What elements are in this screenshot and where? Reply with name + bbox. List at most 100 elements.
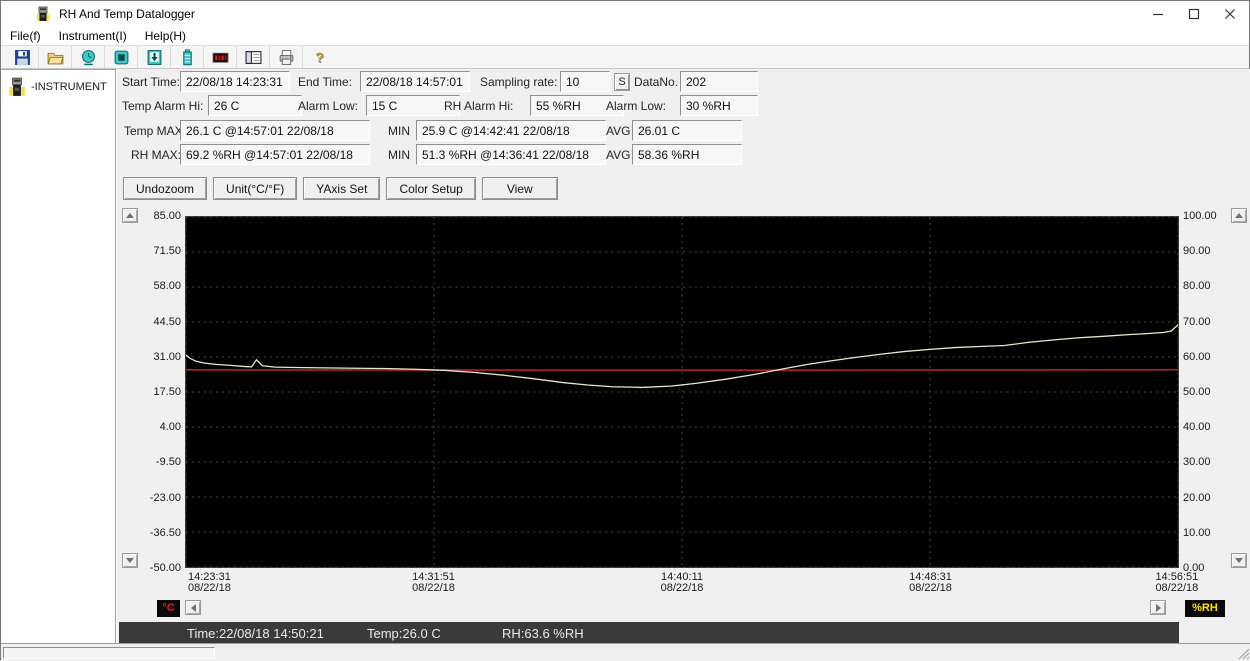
temp-alarm-hi-field[interactable]: 26 C — [208, 95, 302, 116]
rh-max-field[interactable]: 69.2 %RH @14:57:01 22/08/18 — [180, 144, 370, 165]
up-arrow-icon — [1235, 213, 1243, 218]
rh-alarm-hi-label: RH Alarm Hi: — [444, 99, 513, 113]
y-tick-label: 10.00 — [1183, 527, 1235, 539]
x-tick-label: 14:40:1108/22/18 — [661, 572, 704, 594]
download-button[interactable] — [138, 46, 171, 68]
minimize-button[interactable] — [1141, 1, 1175, 27]
y-tick-label: 31.00 — [131, 351, 181, 363]
temp-max-label: Temp MAX: — [124, 124, 186, 138]
title-bar: RH And Temp Datalogger — [1, 1, 1249, 27]
open-button[interactable] — [39, 46, 72, 68]
resize-grip[interactable] — [1236, 646, 1250, 660]
battery-button[interactable] — [171, 46, 204, 68]
menu-file[interactable]: File(f) — [1, 28, 50, 44]
menu-instrument[interactable]: Instrument(I) — [50, 28, 136, 44]
window-title: RH And Temp Datalogger — [59, 7, 195, 21]
window-status-strip — [1, 643, 1250, 661]
yaxis-set-button[interactable]: YAxis Set — [303, 177, 380, 200]
scroll-left-button[interactable] — [185, 600, 201, 615]
view-button[interactable]: View — [482, 177, 558, 200]
temp-avg-field[interactable]: 26.01 C — [632, 120, 742, 141]
sidebar-item-label: -INSTRUMENT — [31, 81, 107, 93]
toolbar: ? — [1, 45, 1249, 69]
open-folder-icon — [47, 49, 64, 66]
y-tick-label: 85.00 — [131, 210, 181, 222]
y-tick-label: 70.00 — [1183, 316, 1235, 328]
end-time-label: End Time: — [298, 75, 352, 89]
temp-alarm-low-label: Alarm Low: — [298, 99, 358, 113]
unit-button[interactable]: Unit(°C/°F) — [213, 177, 297, 200]
x-tick-label: 14:31:5108/22/18 — [412, 572, 455, 594]
x-tick-label: 14:23:3108/22/18 — [188, 572, 231, 594]
info-row-rh-stats: RH MAX: 69.2 %RH @14:57:01 22/08/18 MIN … — [117, 144, 1250, 165]
menu-bar: File(f) Instrument(I) Help(H) — [1, 27, 1249, 45]
info-row-alarms: Temp Alarm Hi: 26 C Alarm Low: 15 C RH A… — [117, 95, 1250, 116]
y-tick-label: 90.00 — [1183, 245, 1235, 257]
printer-icon — [278, 49, 295, 66]
datano-label: DataNo. — [634, 75, 678, 89]
app-window: RH And Temp Datalogger File(f) Instrumen… — [0, 0, 1250, 660]
rh-max-label: RH MAX: — [131, 148, 181, 162]
temp-unit-badge: °C — [157, 600, 180, 617]
save-button[interactable] — [6, 46, 39, 68]
save-icon — [14, 49, 31, 66]
help-button[interactable]: ? — [303, 46, 336, 68]
rh-min-label: MIN — [388, 148, 410, 162]
datano-field[interactable]: 202 — [680, 71, 758, 92]
rh-min-field[interactable]: 51.3 %RH @14:36:41 22/08/18 — [416, 144, 606, 165]
temp-axis-labels: 85.0071.5058.0044.5031.0017.504.00-9.50-… — [131, 216, 181, 568]
temp-avg-label: AVG — [606, 124, 630, 138]
logger-display-button[interactable] — [105, 46, 138, 68]
y-tick-label: -36.50 — [131, 527, 181, 539]
end-time-field[interactable]: 22/08/18 14:57:01 — [360, 71, 470, 92]
y-tick-label: 40.00 — [1183, 421, 1235, 433]
sidebar-item-instrument[interactable]: -INSTRUMENT — [1, 70, 115, 97]
time-axis-labels: 14:23:3108/22/18 14:31:5108/22/18 14:40:11… — [185, 572, 1179, 598]
right-arrow-icon — [1156, 604, 1161, 612]
y-tick-label: 71.50 — [131, 245, 181, 257]
y-tick-label: 17.50 — [131, 386, 181, 398]
main-content: Start Time: 22/08/18 14:23:31 End Time: … — [117, 69, 1250, 643]
rh-alarm-low-field[interactable]: 30 %RH — [680, 95, 758, 116]
led-display-icon — [212, 49, 229, 66]
close-button[interactable] — [1213, 1, 1247, 27]
rh-avg-label: AVG — [606, 148, 630, 162]
y-tick-label: 44.50 — [131, 316, 181, 328]
y-tick-label: 58.00 — [131, 280, 181, 292]
temp-max-field[interactable]: 26.1 C @14:57:01 22/08/18 — [180, 120, 370, 141]
print-button[interactable] — [270, 46, 303, 68]
chart-toolbar: Undozoom Unit(°C/°F) YAxis Set Color Set… — [123, 177, 558, 200]
start-time-label: Start Time: — [122, 75, 180, 89]
rh-unit-badge: %RH — [1185, 600, 1225, 617]
s-button[interactable]: S — [614, 73, 630, 91]
info-row-temp-stats: Temp MAX: 26.1 C @14:57:01 22/08/18 MIN … — [117, 120, 1250, 141]
help-icon: ? — [315, 49, 324, 65]
y-tick-label: 20.00 — [1183, 492, 1235, 504]
maximize-button[interactable] — [1177, 1, 1211, 27]
x-tick-label: 14:48:3108/22/18 — [909, 572, 952, 594]
rh-avg-field[interactable]: 58.36 %RH — [632, 144, 742, 165]
y-tick-label: 4.00 — [131, 421, 181, 433]
x-tick-label: 14:56:5108/22/18 — [1155, 572, 1198, 594]
time-setup-button[interactable] — [72, 46, 105, 68]
color-setup-button[interactable]: Color Setup — [386, 177, 475, 200]
rh-axis-labels: 100.0090.0080.0070.0060.0050.0040.0030.0… — [1183, 216, 1235, 568]
status-panel — [3, 647, 215, 659]
start-time-field[interactable]: 22/08/18 14:23:31 — [180, 71, 290, 92]
view-panels-button[interactable] — [237, 46, 270, 68]
info-row-times: Start Time: 22/08/18 14:23:31 End Time: … — [117, 71, 1250, 92]
temp-alarm-hi-label: Temp Alarm Hi: — [122, 99, 203, 113]
menu-help[interactable]: Help(H) — [136, 28, 195, 44]
y-tick-label: 60.00 — [1183, 351, 1235, 363]
left-arrow-icon — [191, 604, 196, 612]
sampling-rate-field[interactable]: 10 — [560, 71, 610, 92]
chart-plot-area[interactable] — [185, 216, 1179, 568]
y-tick-label: 50.00 — [1183, 386, 1235, 398]
download-icon — [146, 49, 163, 66]
instrument-icon — [8, 77, 26, 97]
scroll-right-button[interactable] — [1150, 600, 1166, 615]
undozoom-button[interactable]: Undozoom — [123, 177, 207, 200]
temp-min-field[interactable]: 25.9 C @14:42:41 22/08/18 — [416, 120, 606, 141]
led-display-button[interactable] — [204, 46, 237, 68]
clock-icon — [80, 49, 97, 66]
